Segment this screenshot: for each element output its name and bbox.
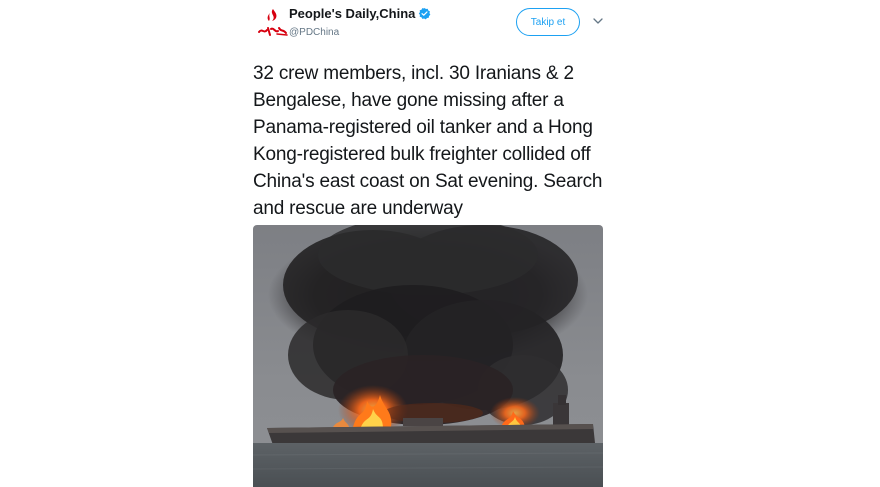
user-handle[interactable]: @PDChina [289,27,339,38]
display-name[interactable]: People's Daily,China [289,6,415,21]
follow-button[interactable]: Takip et [516,8,580,36]
people-daily-logo-icon [258,9,288,36]
tweet-text: 32 crew members, incl. 30 Iranians & 2 B… [253,63,603,219]
avatar[interactable] [253,4,293,44]
verified-badge-icon [418,7,431,20]
user-name-row[interactable]: People's Daily,China [289,6,431,21]
chevron-down-icon[interactable] [591,14,605,28]
tweet-card: People's Daily,China @PDChina Takip et 3… [240,0,620,487]
burning-tanker-photo [253,225,603,487]
tweet-photo[interactable] [253,225,603,487]
